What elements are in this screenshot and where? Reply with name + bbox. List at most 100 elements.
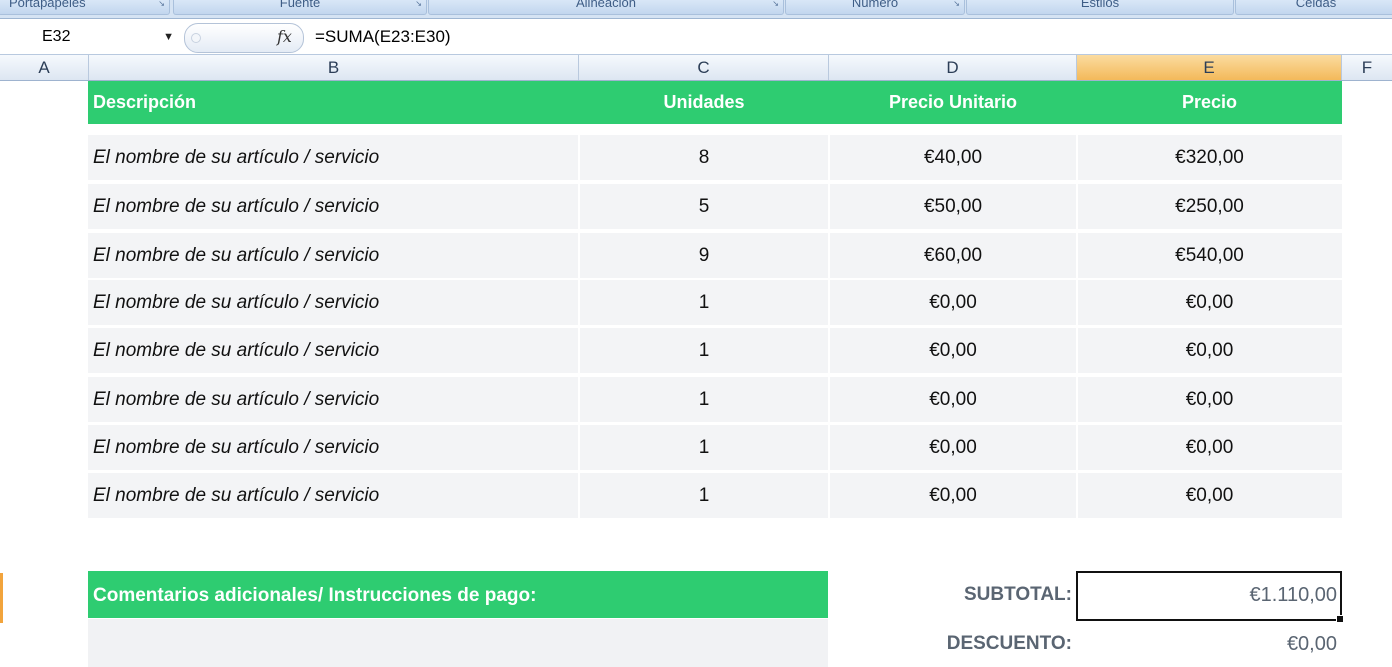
cell-units[interactable]: 1 — [579, 473, 829, 518]
discount-label[interactable]: DESCUENTO: — [947, 633, 1072, 655]
cell-units[interactable]: 9 — [579, 233, 829, 278]
row-highlight-marker — [0, 573, 3, 623]
cell-price[interactable]: €0,00 — [1077, 425, 1342, 470]
dialog-launcher-icon[interactable]: ↘ — [158, 0, 165, 8]
cell-units[interactable]: 1 — [579, 328, 829, 373]
cell-units[interactable]: 8 — [579, 135, 829, 180]
ribbon-group-label: Portapapeles — [9, 0, 86, 10]
name-box-value: E32 — [42, 28, 71, 45]
cell-divider — [1076, 233, 1078, 278]
column-headers: A B C D E F — [0, 55, 1392, 81]
discount-value[interactable]: €0,00 — [1077, 633, 1341, 656]
cell-description[interactable]: El nombre de su artículo / servicio — [93, 280, 379, 325]
cell-unit-price[interactable]: €0,00 — [829, 377, 1077, 422]
ribbon-group-clipboard[interactable]: Portapapeles ↘ — [0, 0, 170, 15]
cell-units[interactable]: 5 — [579, 184, 829, 229]
cell-divider — [578, 184, 580, 229]
cell-divider — [828, 233, 830, 278]
cell-divider — [578, 135, 580, 180]
cell-units[interactable]: 1 — [579, 377, 829, 422]
cell-price[interactable]: €250,00 — [1077, 184, 1342, 229]
chevron-down-icon[interactable]: ▼ — [163, 25, 174, 49]
table-row: El nombre de su artículo / servicio 1 €0,0… — [88, 377, 1342, 422]
cell-unit-price[interactable]: €40,00 — [829, 135, 1077, 180]
formula-input[interactable]: =SUMA(E23:E30) — [315, 25, 451, 49]
dialog-launcher-icon[interactable]: ↘ — [415, 0, 422, 8]
cell-description[interactable]: El nombre de su artículo / servicio — [93, 233, 379, 278]
header-price[interactable]: Precio — [1077, 81, 1342, 124]
resize-handle-icon[interactable] — [191, 33, 201, 43]
cell-description[interactable]: El nombre de su artículo / servicio — [93, 473, 379, 518]
fx-icon[interactable]: fx — [277, 27, 292, 46]
formula-controls: fx — [184, 23, 304, 53]
cell-price[interactable]: €0,00 — [1077, 473, 1342, 518]
header-description[interactable]: Descripción — [93, 81, 196, 124]
ribbon-group-cells[interactable]: Celdas — [1235, 0, 1392, 15]
ribbon-group-label: Fuente — [279, 0, 321, 10]
cell-divider — [1076, 328, 1078, 373]
cell-unit-price[interactable]: €50,00 — [829, 184, 1077, 229]
table-row: El nombre de su artículo / servicio 9 €60,… — [88, 233, 1342, 278]
cell-divider — [1076, 280, 1078, 325]
cell-units[interactable]: 1 — [579, 280, 829, 325]
ribbon-group-labels: Portapapeles ↘ Fuente ↘ Alineación ↘ Núm… — [0, 0, 1392, 19]
cell-divider — [828, 377, 830, 422]
cell-description[interactable]: El nombre de su artículo / servicio — [93, 135, 379, 180]
cell-divider — [578, 280, 580, 325]
comments-header[interactable]: Comentarios adicionales/ Instrucciones d… — [88, 571, 828, 618]
table-header-row: Descripción Unidades Precio Unitario Pre… — [88, 81, 1342, 124]
ribbon-group-alignment[interactable]: Alineación ↘ — [428, 0, 784, 15]
cell-description[interactable]: El nombre de su artículo / servicio — [93, 425, 379, 470]
ribbon-group-styles[interactable]: Estilos — [966, 0, 1234, 15]
header-unit-price[interactable]: Precio Unitario — [829, 81, 1077, 124]
cell-divider — [828, 135, 830, 180]
subtotal-value[interactable]: €1.110,00 — [1077, 584, 1341, 607]
cell-unit-price[interactable]: €0,00 — [829, 425, 1077, 470]
cell-description[interactable]: El nombre de su artículo / servicio — [93, 377, 379, 422]
cell-units[interactable]: 1 — [579, 425, 829, 470]
fill-handle[interactable] — [1336, 615, 1344, 623]
table-row: El nombre de su artículo / servicio 1 €0,0… — [88, 473, 1342, 518]
cell-description[interactable]: El nombre de su artículo / servicio — [93, 184, 379, 229]
cell-unit-price[interactable]: €60,00 — [829, 233, 1077, 278]
dialog-launcher-icon[interactable]: ↘ — [772, 0, 779, 8]
table-row: El nombre de su artículo / servicio 1 €0,0… — [88, 328, 1342, 373]
column-header-e[interactable]: E — [1077, 55, 1342, 80]
cell-unit-price[interactable]: €0,00 — [829, 473, 1077, 518]
cell-divider — [828, 184, 830, 229]
cell-divider — [828, 425, 830, 470]
cell-price[interactable]: €0,00 — [1077, 377, 1342, 422]
cell-price[interactable]: €540,00 — [1077, 233, 1342, 278]
cell-divider — [578, 233, 580, 278]
header-units[interactable]: Unidades — [579, 81, 829, 124]
cell-divider — [578, 328, 580, 373]
cell-divider — [1076, 473, 1078, 518]
column-header-b[interactable]: B — [89, 55, 579, 80]
cell-unit-price[interactable]: €0,00 — [829, 328, 1077, 373]
comments-body[interactable] — [88, 619, 828, 667]
formula-bar: E32 ▼ fx =SUMA(E23:E30) — [0, 19, 1392, 55]
dialog-launcher-icon[interactable]: ↘ — [953, 0, 960, 8]
cell-unit-price[interactable]: €0,00 — [829, 280, 1077, 325]
table-row: El nombre de su artículo / servicio 1 €0,0… — [88, 425, 1342, 470]
cell-price[interactable]: €0,00 — [1077, 280, 1342, 325]
name-box[interactable]: E32 ▼ — [0, 25, 178, 49]
cell-divider — [1076, 425, 1078, 470]
cell-price[interactable]: €320,00 — [1077, 135, 1342, 180]
cell-divider — [578, 425, 580, 470]
ribbon-group-label: Alineación — [576, 0, 636, 10]
comments-title: Comentarios adicionales/ Instrucciones d… — [93, 585, 537, 606]
column-header-c[interactable]: C — [579, 55, 829, 80]
ribbon-group-number[interactable]: Número ↘ — [785, 0, 965, 15]
cell-description[interactable]: El nombre de su artículo / servicio — [93, 328, 379, 373]
column-header-a[interactable]: A — [0, 55, 89, 80]
column-header-d[interactable]: D — [829, 55, 1077, 80]
table-row: El nombre de su artículo / servicio 8 €40,… — [88, 135, 1342, 180]
cell-divider — [1076, 135, 1078, 180]
ribbon-group-label: Número — [851, 0, 899, 10]
column-header-f[interactable]: F — [1342, 55, 1392, 80]
ribbon-group-font[interactable]: Fuente ↘ — [173, 0, 427, 15]
cell-price[interactable]: €0,00 — [1077, 328, 1342, 373]
cell-divider — [828, 328, 830, 373]
subtotal-label[interactable]: SUBTOTAL: — [964, 584, 1072, 606]
